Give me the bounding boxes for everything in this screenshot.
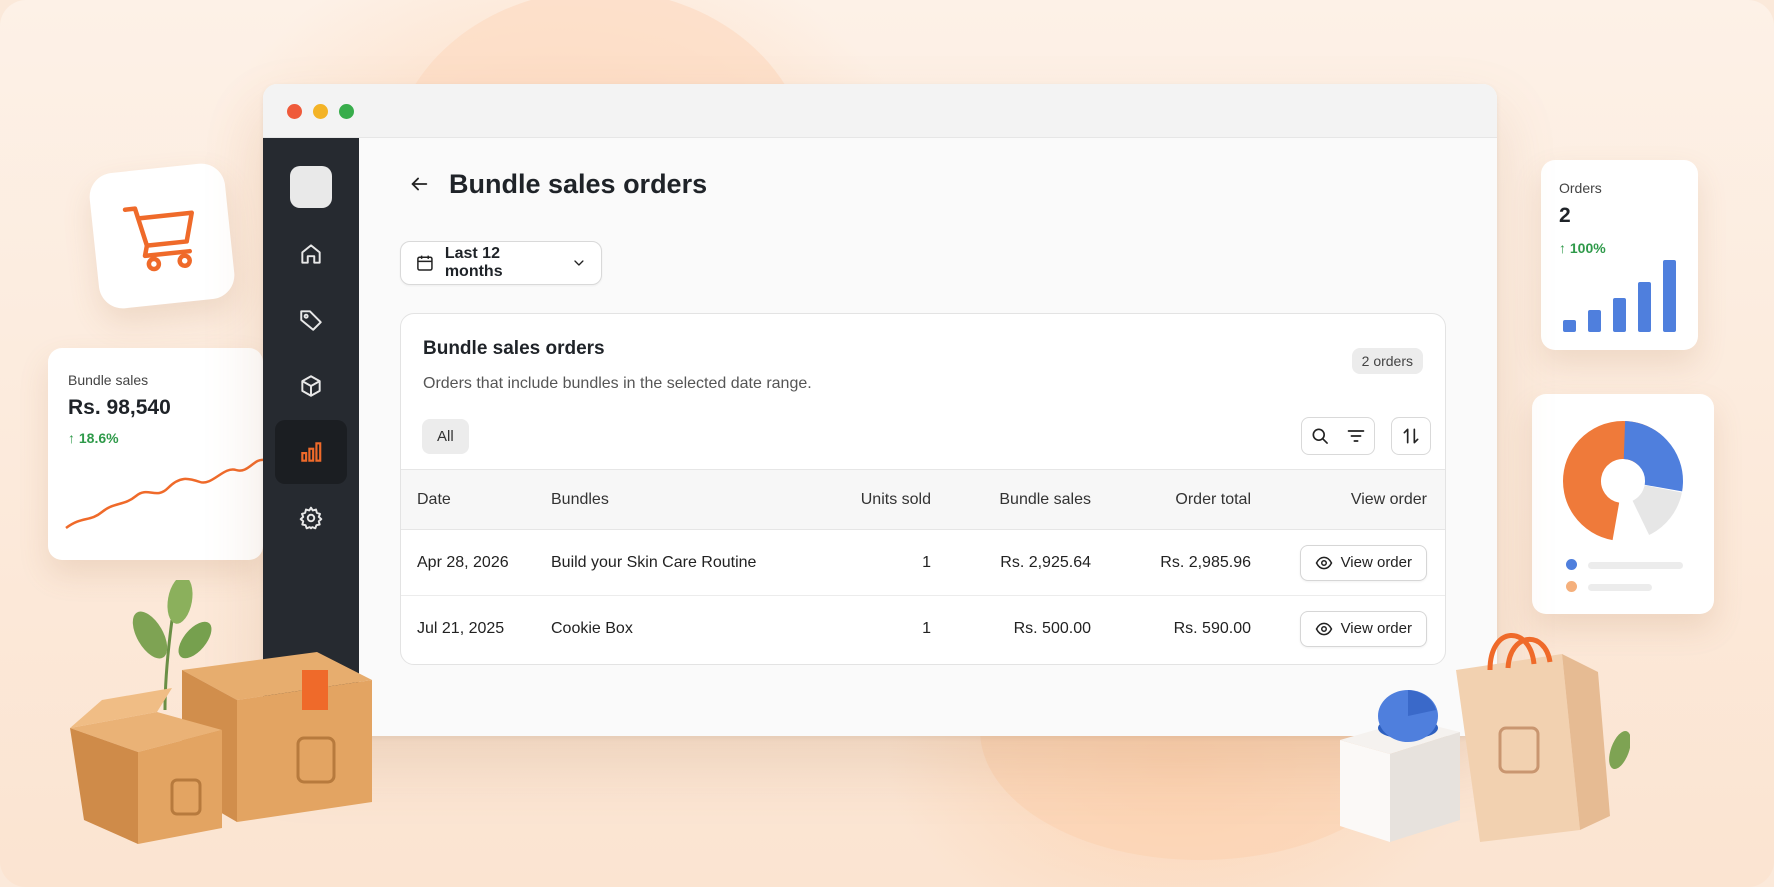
cell-order-total: Rs. 2,985.96	[1160, 553, 1251, 571]
widget-change: ↑ 18.6%	[68, 430, 119, 446]
widget-label: Orders	[1559, 180, 1602, 196]
cell-date: Jul 21, 2025	[417, 619, 505, 637]
date-range-dropdown[interactable]: Last 12 months	[400, 241, 602, 285]
back-button[interactable]	[403, 168, 435, 200]
cell-order-total: Rs. 590.00	[1173, 619, 1251, 637]
col-header-order-total[interactable]: Order total	[1091, 470, 1251, 530]
cell-bundle: Build your Skin Care Routine	[551, 553, 757, 571]
mini-bar	[1563, 320, 1576, 332]
card-title: Bundle sales orders	[423, 338, 605, 359]
legend-line	[1588, 562, 1683, 569]
donut-chart	[1563, 421, 1683, 541]
mini-bar	[1613, 298, 1626, 332]
arrow-left-icon	[411, 177, 428, 191]
widget-value: Rs. 98,540	[68, 396, 171, 419]
cart-tile	[87, 161, 237, 311]
page-header: Bundle sales orders	[403, 168, 707, 200]
view-order-button[interactable]: View order	[1299, 544, 1427, 581]
mini-bar	[1663, 260, 1676, 332]
maximize-window-button[interactable]	[339, 104, 354, 119]
app-logo[interactable]	[290, 166, 332, 208]
main-content: Bundle sales orders Last 12 months Bundl…	[359, 138, 1497, 736]
cell-units: 1	[922, 619, 931, 637]
shopping-bag-illustration	[1340, 633, 1630, 842]
home-icon	[301, 244, 321, 264]
orders-card: Bundle sales orders Orders that include …	[400, 313, 1446, 665]
mini-bar-chart	[1563, 260, 1676, 332]
col-header-bundles[interactable]: Bundles	[551, 470, 771, 530]
col-header-units-sold[interactable]: Units sold	[771, 470, 931, 530]
col-header-bundle-sales[interactable]: Bundle sales	[931, 470, 1091, 530]
cell-bundle-sales: Rs. 2,925.64	[1000, 553, 1091, 571]
app-window: Bundle sales orders Last 12 months Bundl…	[263, 84, 1497, 736]
box-icon	[301, 375, 321, 397]
col-header-view-order: View order	[1350, 490, 1427, 508]
mini-bar	[1588, 310, 1601, 332]
title-bar	[263, 84, 1497, 138]
filter-tab-all[interactable]: All	[422, 419, 469, 454]
cell-units: 1	[922, 553, 931, 571]
shopping-cart-icon	[122, 206, 194, 272]
filter-icon	[1347, 430, 1365, 442]
widget-label: Bundle sales	[68, 372, 149, 388]
table-header-row: Date Bundles Units sold Bundle sales Ord…	[401, 469, 1445, 530]
cell-bundle: Cookie Box	[551, 619, 633, 637]
bar-chart-icon	[301, 442, 322, 462]
widget-change: ↑ 100%	[1559, 240, 1606, 256]
cell-bundle-sales: Rs. 500.00	[1013, 619, 1091, 637]
minimize-window-button[interactable]	[313, 104, 328, 119]
view-order-label: View order	[1340, 554, 1412, 571]
cell-date: Apr 28, 2026	[417, 553, 509, 571]
sidebar-item-analytics[interactable]	[275, 420, 347, 484]
page-title: Bundle sales orders	[449, 168, 708, 199]
orders-count-badge: 2 orders	[1351, 348, 1423, 374]
sidebar-item-home[interactable]	[275, 222, 347, 286]
sort-icon	[1403, 428, 1419, 444]
orders-table: Date Bundles Units sold Bundle sales Ord…	[401, 469, 1445, 662]
close-window-button[interactable]	[287, 104, 302, 119]
calendar-icon	[417, 255, 433, 271]
gear-icon	[299, 506, 323, 530]
boxes-illustration	[70, 652, 372, 844]
legend-dot-blue	[1566, 559, 1577, 570]
legend-line	[1588, 584, 1652, 591]
search-icon	[1312, 428, 1328, 444]
mini-bar	[1638, 282, 1651, 332]
pie-widget	[1532, 394, 1714, 614]
legend-dot-orange	[1566, 581, 1577, 592]
chevron-down-icon	[574, 260, 584, 266]
tag-icon	[300, 310, 322, 331]
table-row: Jul 21, 2025 Cookie Box 1 Rs. 500.00 Rs.…	[401, 596, 1445, 662]
card-subtitle: Orders that include bundles in the selec…	[423, 375, 812, 392]
sidebar-item-tags[interactable]	[275, 288, 347, 352]
bundle-sales-widget: Bundle sales Rs. 98,540 ↑ 18.6%	[48, 348, 264, 560]
table-row: Apr 28, 2026 Build your Skin Care Routin…	[401, 530, 1445, 596]
eye-icon	[1315, 556, 1332, 569]
sort-button[interactable]	[1391, 417, 1431, 455]
sidebar-item-settings[interactable]	[275, 486, 347, 550]
date-range-label: Last 12 months	[444, 245, 503, 280]
widget-value: 2	[1559, 204, 1571, 227]
sparkline	[65, 458, 264, 530]
col-header-date[interactable]: Date	[401, 470, 551, 530]
orders-widget: Orders 2 ↑ 100%	[1541, 160, 1698, 350]
search-filter-button[interactable]	[1301, 417, 1375, 455]
sidebar-item-products[interactable]	[275, 354, 347, 418]
